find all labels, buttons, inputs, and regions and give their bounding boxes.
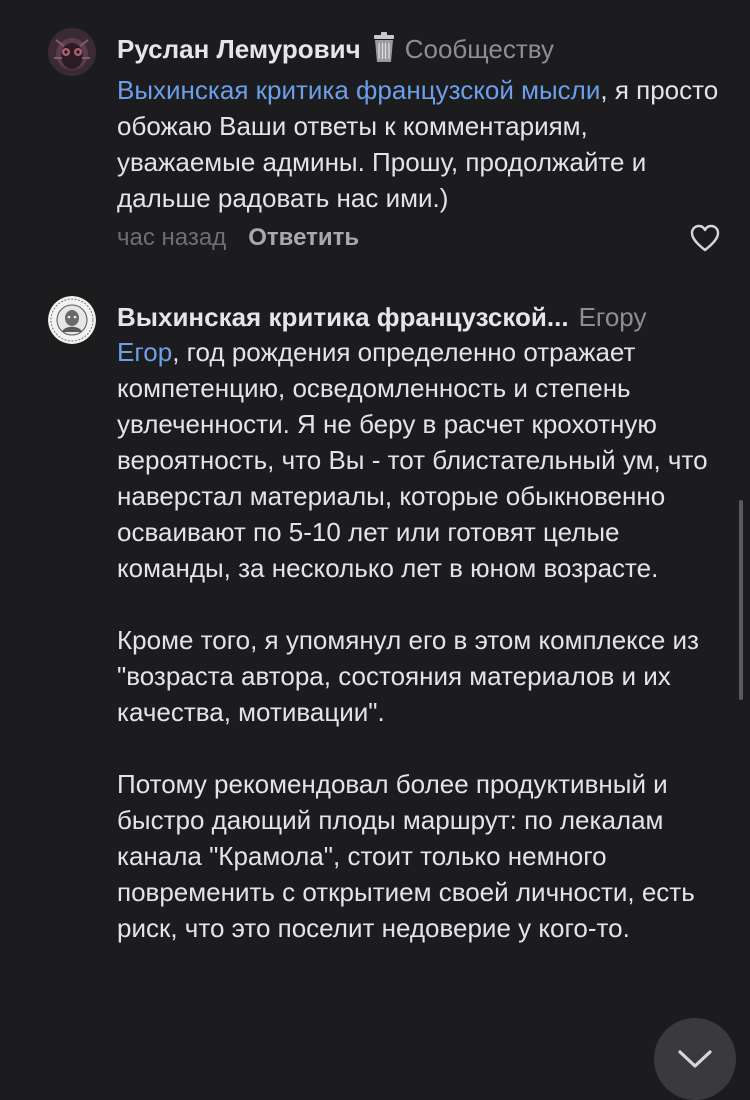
reply-target: Егору xyxy=(578,302,647,332)
comment-meta: час назад Ответить xyxy=(117,222,359,254)
paragraph-text: , год рождения определенно отражает комп… xyxy=(117,337,708,583)
reply-button[interactable]: Ответить xyxy=(248,224,359,251)
author-name[interactable]: Руслан Лемурович xyxy=(117,34,361,64)
mention-link[interactable]: Выхинская критика французской мысли xyxy=(117,75,600,105)
timestamp: час назад xyxy=(117,224,227,251)
chevron-down-icon xyxy=(678,1050,712,1068)
avatar[interactable] xyxy=(48,28,96,76)
trash-icon xyxy=(369,32,399,72)
paragraph: Егор, год рождения определенно отражает … xyxy=(117,334,727,586)
avatar[interactable] xyxy=(48,296,96,344)
avatar-image xyxy=(48,28,96,76)
mention-link[interactable]: Егор xyxy=(117,337,172,367)
scroll-down-button[interactable] xyxy=(654,1018,736,1100)
comment-text: Егор, год рождения определенно отражает … xyxy=(117,334,727,982)
reply-target: Сообществу xyxy=(404,34,555,64)
comment-header: Выхинская критика французской... Егору xyxy=(117,300,710,334)
paragraph: Потому рекомендовал более продуктивный и… xyxy=(117,769,695,943)
scrollbar[interactable] xyxy=(739,500,743,700)
paragraph: Кроме того, я упомянул его в этом компле… xyxy=(117,625,699,727)
heart-icon[interactable] xyxy=(690,224,720,252)
author-name[interactable]: Выхинская критика французской... xyxy=(117,302,569,332)
avatar-image xyxy=(48,296,96,344)
comment-text: Выхинская критика французской мысли, я п… xyxy=(117,72,727,216)
comment-header: Руслан Лемурович Сообществу xyxy=(117,32,710,72)
